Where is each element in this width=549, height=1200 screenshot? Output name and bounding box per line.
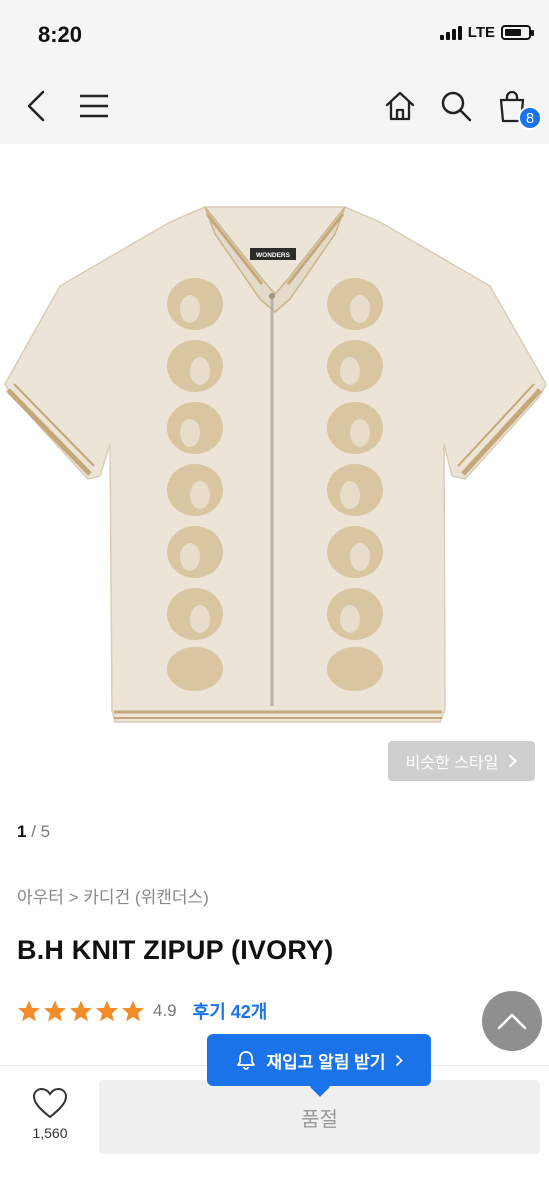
battery-icon — [501, 25, 534, 40]
restock-label: 재입고 알림 받기 — [266, 1052, 386, 1072]
svg-text:WONDERS: WONDERS — [256, 252, 291, 259]
similar-style-label: 비슷한 스타일 — [405, 755, 499, 772]
status-time: 8:20 — [38, 22, 83, 47]
chevron-right-icon — [509, 754, 518, 768]
like-button[interactable]: 1,560 — [10, 1087, 90, 1157]
star-icon — [96, 1000, 118, 1022]
cart-count-badge: 8 — [518, 106, 542, 130]
bell-icon — [236, 1051, 255, 1070]
star-icon — [122, 1000, 144, 1022]
category-breadcrumb[interactable]: 아우터 > 카디건 (위캔더스) — [17, 883, 209, 908]
scroll-top-button[interactable] — [482, 991, 542, 1051]
home-button[interactable] — [380, 86, 420, 126]
back-button[interactable] — [16, 86, 56, 126]
image-pager: 1 / 5 — [17, 822, 50, 842]
star-icon — [70, 1000, 92, 1022]
product-title: B.H KNIT ZIPUP (IVORY) — [17, 935, 334, 965]
cart-button[interactable]: 8 — [492, 86, 542, 130]
menu-button[interactable] — [74, 86, 114, 126]
nav-bar: 8 — [0, 66, 549, 144]
like-count: 1,560 — [32, 1125, 68, 1141]
signal-icon — [439, 25, 462, 40]
hamburger-icon — [80, 94, 108, 118]
product-image[interactable]: WONDERS — [0, 144, 549, 794]
heart-icon — [32, 1087, 68, 1119]
restock-alert-button[interactable]: 재입고 알림 받기 — [207, 1034, 431, 1086]
network-label: LTE — [467, 24, 495, 41]
search-button[interactable] — [436, 86, 476, 126]
star-icon — [18, 1000, 40, 1022]
product-photo: WONDERS — [4, 206, 547, 723]
chevron-up-icon — [497, 1013, 527, 1030]
status-indicators: LTE — [439, 24, 534, 41]
rating-value: 4.9 — [153, 1001, 177, 1020]
status-bar: 8:20 LTE — [0, 0, 549, 66]
rating-row: 4.9 후기 42개 — [17, 998, 267, 1024]
star-rating — [17, 999, 145, 1023]
star-icon — [44, 1000, 66, 1022]
home-icon — [385, 91, 415, 121]
chevron-right-icon — [396, 1054, 404, 1066]
similar-style-button[interactable]: 비슷한 스타일 — [388, 741, 535, 781]
pager-total: 5 — [40, 822, 51, 841]
search-icon — [441, 91, 472, 122]
review-link[interactable]: 후기 42개 — [193, 998, 268, 1024]
soldout-label: 품절 — [301, 1108, 338, 1131]
pager-separator: / — [26, 822, 41, 841]
chevron-left-icon — [27, 90, 45, 122]
